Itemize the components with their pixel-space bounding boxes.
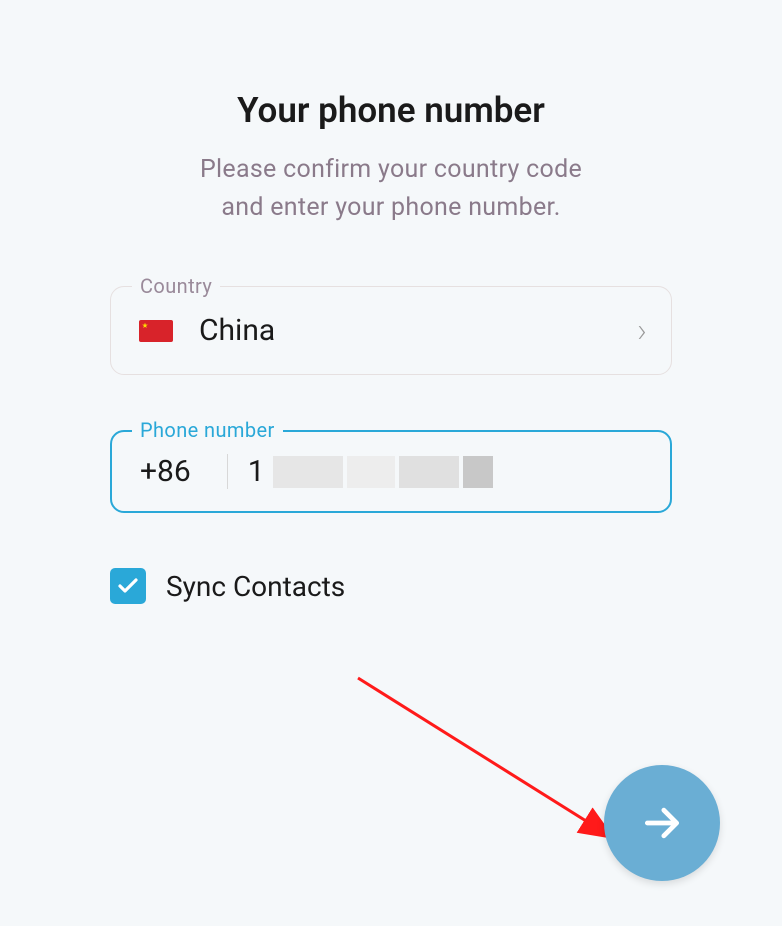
arrow-right-icon (640, 801, 684, 845)
phone-redacted-area (273, 456, 493, 488)
page-subtitle: Please confirm your country code and ent… (110, 151, 672, 226)
country-name: China (199, 313, 637, 348)
china-flag-icon (139, 320, 173, 342)
sync-contacts-label: Sync Contacts (166, 570, 345, 603)
phone-field-label: Phone number (132, 418, 283, 442)
phone-input-container[interactable]: +86 1 (110, 430, 672, 513)
phone-number-input[interactable]: 1 (228, 454, 646, 489)
country-selector[interactable]: China › (110, 286, 672, 375)
chevron-right-icon: › (637, 314, 647, 348)
subtitle-line-2: and enter your phone number. (221, 193, 560, 222)
subtitle-line-1: Please confirm your country code (200, 155, 582, 184)
country-field: Country China › (110, 286, 672, 375)
phone-country-code: +86 (140, 454, 228, 489)
checkmark-icon (116, 574, 140, 598)
next-button[interactable] (604, 765, 720, 881)
annotation-arrow (350, 670, 640, 860)
phone-field: Phone number +86 1 (110, 430, 672, 513)
phone-first-digit: 1 (248, 454, 265, 489)
country-field-label: Country (132, 274, 220, 298)
sync-contacts-row: Sync Contacts (110, 568, 672, 604)
page-title: Your phone number (110, 90, 672, 131)
sync-contacts-checkbox[interactable] (110, 568, 146, 604)
